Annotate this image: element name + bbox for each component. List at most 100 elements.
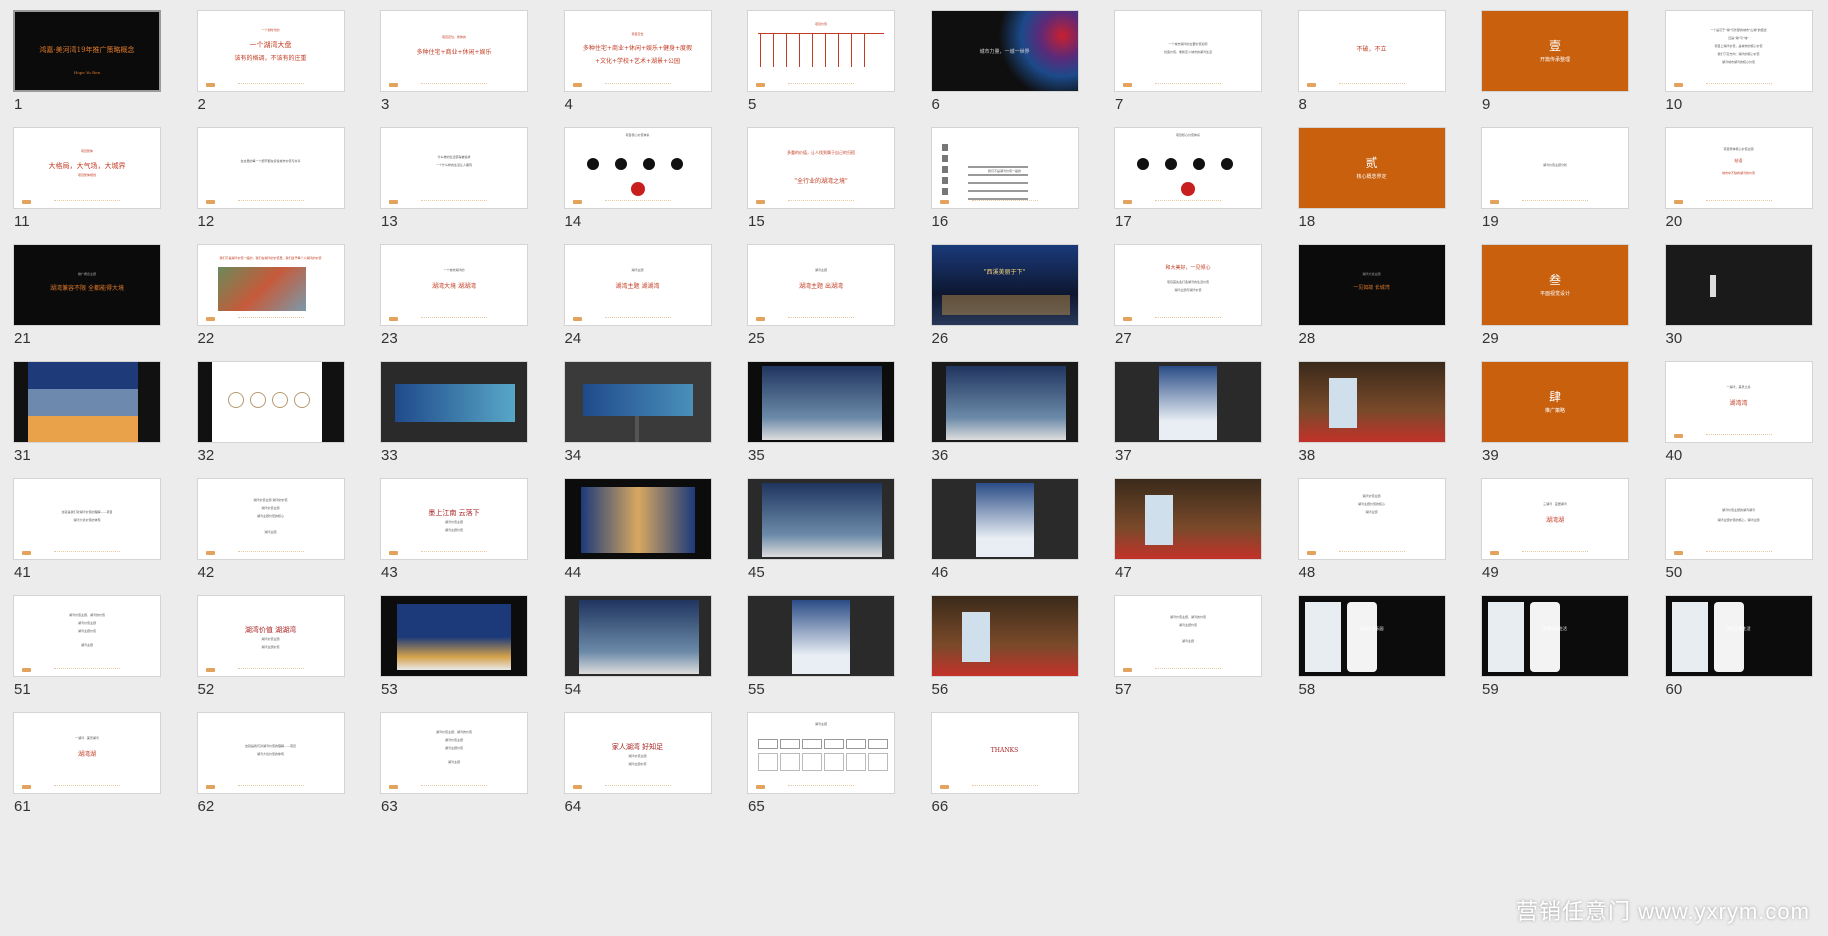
slide-preview[interactable]: 湖湾主题 bbox=[747, 712, 895, 794]
slide-thumbnail[interactable]: 47 bbox=[1114, 478, 1264, 598]
slide-preview[interactable]: 湖湾全景生活 bbox=[1664, 595, 1813, 677]
slide-thumbnail[interactable]: 什么样的生活值得被追求 一个什么样的生活让人期待 13 bbox=[380, 127, 530, 247]
slide-thumbnail[interactable]: 33 bbox=[380, 361, 530, 481]
slide-preview[interactable]: 湖湾主题 湖湾主题 出湖湾 bbox=[747, 244, 895, 326]
slide-thumbnail[interactable]: 湖湾价值 湖湖湾 湖湾价值主题 湖湾主题价值 52 bbox=[196, 595, 347, 715]
slide-preview[interactable] bbox=[930, 361, 1079, 443]
slide-preview[interactable]: 湖湾价值主题 湖湾主题价值的核心 湖湾主题 bbox=[1297, 478, 1446, 560]
slide-preview[interactable]: 项目整体核心价值主题 结语 城市中不缺的湖湾的价值 bbox=[1664, 127, 1813, 209]
slide-thumbnail[interactable]: 城市力量，一城一世界 6 bbox=[930, 10, 1081, 130]
slide-preview[interactable]: 湖湾价值主题分析 bbox=[1481, 127, 1629, 209]
slide-preview[interactable]: 肆推广策略 bbox=[1481, 361, 1629, 443]
slide-preview[interactable]: 和大美好，一见倾心 项目首先会打造湖湾的生活价值 湖湾主题与湖湾价值 bbox=[1114, 244, 1262, 326]
slide-preview[interactable]: 项目整体 大格局，大气场，大城界 项目整体规划 bbox=[13, 127, 161, 209]
slide-preview[interactable]: 项目价值 bbox=[747, 10, 895, 92]
slide-preview[interactable]: 一湖湾，美景之境 湖湾湾 bbox=[1664, 361, 1813, 443]
slide-preview[interactable]: 贰核心概念界定 bbox=[1297, 127, 1446, 209]
slide-thumbnail[interactable]: 38 bbox=[1297, 361, 1448, 481]
slide-thumbnail[interactable]: 项目整体核心价值主题 结语 城市中不缺的湖湾的价值 20 bbox=[1664, 127, 1815, 247]
slide-preview[interactable]: 项目核心价值体系 bbox=[1114, 127, 1262, 209]
slide-thumbnail[interactable]: 31 bbox=[13, 361, 163, 481]
slide-preview[interactable]: 一个城市湖湾的 湖湾大境 湖湖湾 bbox=[380, 244, 528, 326]
slide-preview[interactable]: 三湖湾 · 宜居湖湾 湖湾湖 bbox=[1481, 478, 1629, 560]
slide-thumbnail[interactable]: 在这里的每一个细节都在诉说城市价值与共享 12 bbox=[196, 127, 347, 247]
slide-thumbnail[interactable]: 一湖湾 · 美景湖湾 湖湾湖 61 bbox=[13, 712, 163, 832]
slide-preview[interactable]: 一湖湾 · 美景湖湾 湖湾湖 bbox=[13, 712, 161, 794]
slide-preview[interactable]: 项目核心价值体系 bbox=[563, 127, 712, 209]
slide-thumbnail[interactable]: 一个城市湖湾的 湖湾大境 湖湖湾 23 bbox=[380, 244, 530, 364]
slide-preview[interactable]: 云端生活乐园 bbox=[1297, 595, 1446, 677]
slide-preview[interactable]: 我们不是湖湾价值一般的 bbox=[930, 127, 1079, 209]
slide-preview[interactable]: 我们不是湖湾价值一般的，我们在湖湾的价值里，我们给予每个人湖湾的价值 bbox=[196, 244, 345, 326]
slide-thumbnail[interactable]: 鸿嘉·美河湾19年推广策略概念 Hope Yu Ren 1 bbox=[13, 10, 163, 130]
slide-preview[interactable]: 家人湖湾 好知足 湖湾价值主题 湖湾主题价值 bbox=[563, 712, 712, 794]
slide-thumbnail[interactable]: 湖湾大境主题 一见如故 长城湾 28 bbox=[1297, 244, 1448, 364]
slide-thumbnail[interactable]: 三湖湾 · 宜居湖湾 湖湾湖 49 bbox=[1481, 478, 1631, 598]
slide-preview[interactable] bbox=[747, 478, 895, 560]
slide-thumbnail[interactable]: 湖湾价值主题 湖湾主题价值的核心 湖湾主题 48 bbox=[1297, 478, 1448, 598]
slide-preview[interactable]: 湖湾价值主题，湖湾的价值 湖湾主题价值 湖湾主题 bbox=[1114, 595, 1262, 677]
slide-thumbnail[interactable]: 项目定位 多种住宅+商业+休闲+娱乐+健身+度假 +文化+学校+艺术+湖景+公园 4 bbox=[563, 10, 714, 130]
slide-preview[interactable]: 在这里的每一个细节都在诉说城市价值与共享 bbox=[196, 127, 345, 209]
slide-preview[interactable]: THANKS bbox=[930, 712, 1079, 794]
slide-preview[interactable]: 项目定位 多种住宅+商业+休闲+娱乐+健身+度假 +文化+学校+艺术+湖景+公园 bbox=[563, 10, 712, 92]
slide-thumbnail[interactable]: "西溪美丽于下" 26 bbox=[930, 244, 1081, 364]
slide-thumbnail[interactable]: 湖湾价值主题，湖湾的价值 湖湾价值主题 湖湾主题价值 湖湾主题 63 bbox=[380, 712, 530, 832]
slide-thumbnail[interactable]: THANKS 66 bbox=[930, 712, 1081, 832]
slide-thumbnail[interactable]: 54 bbox=[563, 595, 714, 715]
slide-preview[interactable]: 鸿嘉·美河湾19年推广策略概念 Hope Yu Ren bbox=[13, 10, 161, 92]
slide-thumbnail[interactable]: 34 bbox=[563, 361, 714, 481]
slide-thumbnail[interactable]: 这就是我们对湖湾价值的理解——项目 湖湾大境价值的体现 41 bbox=[13, 478, 163, 598]
slide-thumbnail[interactable]: 墨上江南 云落下 湖湾价值主题 湖湾主题价值 43 bbox=[380, 478, 530, 598]
slide-thumbnail[interactable]: 一湖湾，美景之境 湖湾湾 40 bbox=[1664, 361, 1815, 481]
slide-thumbnail[interactable]: 一个是沉于"湖"与外部的城市"山湖"的结合 还是"湖"与"城" 项目上湖湾价值，是城… bbox=[1664, 10, 1815, 130]
slide-preview[interactable]: 一个划时代的 一个湖湾大盘 该有的格调，不该有的庄重 bbox=[196, 10, 345, 92]
slide-preview[interactable] bbox=[747, 595, 895, 677]
slide-thumbnail[interactable]: 贰核心概念界定 18 bbox=[1297, 127, 1448, 247]
slide-thumbnail[interactable]: 肆推广策略 39 bbox=[1481, 361, 1631, 481]
slide-preview[interactable] bbox=[196, 361, 345, 443]
slide-thumbnail[interactable]: 家人湖湾 好知足 湖湾价值主题 湖湾主题价值 64 bbox=[563, 712, 714, 832]
slide-thumbnail[interactable]: 叁平面视觉设计 29 bbox=[1481, 244, 1631, 364]
slide-preview[interactable]: 湖湾大境主题 一见如故 长城湾 bbox=[1297, 244, 1446, 326]
slide-preview[interactable]: 叁平面视觉设计 bbox=[1481, 244, 1629, 326]
slide-preview[interactable] bbox=[380, 361, 528, 443]
slide-thumbnail[interactable]: 30 bbox=[1664, 244, 1815, 364]
slide-preview[interactable]: 这就是我们对湖湾价值的理解——项目 湖湾大境价值的体现 bbox=[13, 478, 161, 560]
slide-preview[interactable] bbox=[563, 361, 712, 443]
slide-thumbnail[interactable]: 湖湾价值主题，湖湾的价值 湖湾主题价值 湖湾主题 57 bbox=[1114, 595, 1264, 715]
slide-thumbnail[interactable]: 项目核心价值体系 17 bbox=[1114, 127, 1264, 247]
slide-thumbnail[interactable]: 项目核心价值体系 14 bbox=[563, 127, 714, 247]
slide-thumbnail[interactable]: 湖湾主题 65 bbox=[747, 712, 897, 832]
slide-preview[interactable] bbox=[930, 478, 1079, 560]
slide-preview[interactable]: 一个是沉于"湖"与外部的城市"山湖"的结合 还是"湖"与"城" 项目上湖湾价值，是城… bbox=[1664, 10, 1813, 92]
slide-preview[interactable]: 湖湾价值主题，湖湾的价值 湖湾价值主题 湖湾主题价值 湖湾主题 bbox=[380, 712, 528, 794]
slide-thumbnail[interactable]: 一个划时代的 一个湖湾大盘 该有的格调，不该有的庄重 2 bbox=[196, 10, 347, 130]
slide-thumbnail[interactable]: 湖湾价值主题，湖湾的价值 湖湾价值主题 湖湾主题价值 湖湾主题 51 bbox=[13, 595, 163, 715]
slide-thumbnail[interactable]: 湖湾价值主题的湖湾湖湾 湖湾主题价值的核心，湖湾主题 50 bbox=[1664, 478, 1815, 598]
slide-thumbnail[interactable]: 35 bbox=[747, 361, 897, 481]
slide-thumbnail[interactable]: 湖湾主题 湖湾主题 湖湖湾 24 bbox=[563, 244, 714, 364]
slide-thumbnail[interactable]: 36 bbox=[930, 361, 1081, 481]
slide-thumbnail[interactable]: 项目价值 5 bbox=[747, 10, 897, 130]
slide-preview[interactable] bbox=[930, 595, 1079, 677]
slide-thumbnail[interactable]: 云端生活乐园 58 bbox=[1297, 595, 1448, 715]
slide-preview[interactable]: 壹开篇传承整理 bbox=[1481, 10, 1629, 92]
slide-preview[interactable]: 多重的价值，让人找到属于自己的归宿 "全行业的湖湾之境" bbox=[747, 127, 895, 209]
slide-thumbnail[interactable]: 45 bbox=[747, 478, 897, 598]
slide-preview[interactable]: 湖湾价值 湖湖湾 湖湾价值主题 湖湾主题价值 bbox=[196, 595, 345, 677]
slide-thumbnail[interactable]: 44 bbox=[563, 478, 714, 598]
slide-thumbnail[interactable]: 不破，不立 8 bbox=[1297, 10, 1448, 130]
slide-preview[interactable]: 推广概念主题 湖湾兼容不限 全都能得大境 bbox=[13, 244, 161, 326]
slide-preview[interactable] bbox=[563, 478, 712, 560]
slide-thumbnail[interactable]: 湖湾价值主题 湖湾的价值 湖湾价值主题 湖湾主题价值的核心 湖湾主题 42 bbox=[196, 478, 347, 598]
slide-preview[interactable]: 一个城市湖湾的主要价值如何 创造价值，重新定义城市的湖湾生活 bbox=[1114, 10, 1262, 92]
slide-preview[interactable] bbox=[1664, 244, 1813, 326]
slide-thumbnail[interactable]: 湖湾全景生活 60 bbox=[1664, 595, 1815, 715]
slide-preview[interactable] bbox=[1114, 361, 1262, 443]
slide-thumbnail[interactable]: 和大美好，一见倾心 项目首先会打造湖湾的生活价值 湖湾主题与湖湾价值 27 bbox=[1114, 244, 1264, 364]
slide-preview[interactable]: 湖湾主题 湖湾主题 湖湖湾 bbox=[563, 244, 712, 326]
slide-thumbnail[interactable]: 多重的价值，让人找到属于自己的归宿 "全行业的湖湾之境" 15 bbox=[747, 127, 897, 247]
slide-preview[interactable]: 湖湾价值主题 湖湾的价值 湖湾价值主题 湖湾主题价值的核心 湖湾主题 bbox=[196, 478, 345, 560]
slide-preview[interactable]: 智慧湖湾生活 bbox=[1481, 595, 1629, 677]
